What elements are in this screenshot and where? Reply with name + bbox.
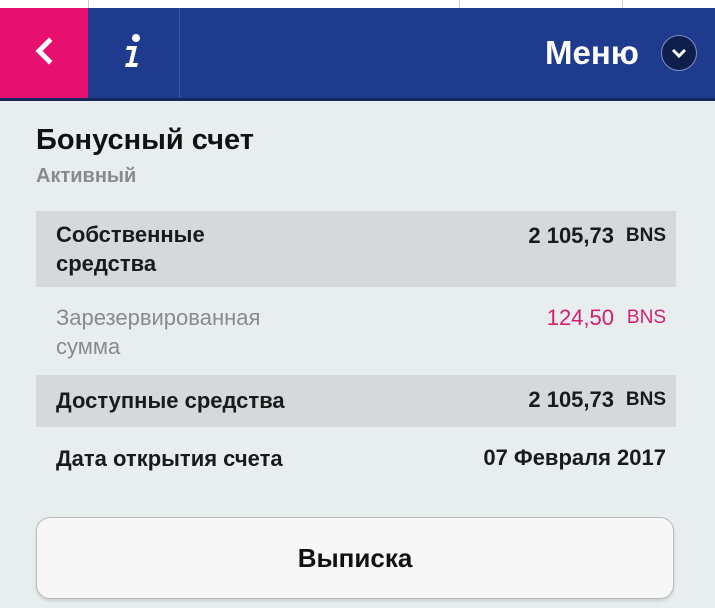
page-title: Бонусный счет	[36, 124, 254, 156]
top-strip-divider	[622, 0, 623, 8]
available-funds-unit: BNS	[625, 389, 666, 410]
top-strip-divider	[459, 0, 460, 8]
navbar: Меню	[0, 8, 715, 98]
navbar-shadow	[0, 98, 715, 101]
chevron-down-icon	[661, 35, 697, 71]
own-funds-row: Собственные средства 2 105,73 BNS	[36, 211, 676, 287]
own-funds-value: 2 105,73	[528, 223, 614, 248]
navbar-divider	[179, 8, 180, 98]
reserved-amount-unit: BNS	[626, 307, 666, 328]
open-date-value: 07 Февраля 2017	[483, 445, 666, 470]
reserved-amount-label: Зарезервированная сумма	[56, 305, 261, 359]
info-icon	[120, 33, 146, 74]
available-funds-label: Доступные средства	[56, 388, 285, 413]
statement-button[interactable]: Выписка	[36, 517, 674, 599]
info-button[interactable]	[88, 8, 178, 98]
menu-label: Меню	[545, 34, 639, 71]
reserved-amount-row: Зарезервированная сумма 124,50 BNS	[36, 287, 676, 375]
open-date-label: Дата открытия счета	[56, 446, 283, 471]
own-funds-label: Собственные средства	[56, 222, 205, 276]
menu-button[interactable]: Меню	[545, 8, 697, 98]
available-funds-row: Доступные средства 2 105,73 BNS	[36, 375, 676, 427]
reserved-amount-value: 124,50	[546, 305, 614, 330]
own-funds-unit: BNS	[625, 225, 666, 246]
top-strip-divider	[88, 0, 89, 8]
back-button[interactable]	[0, 8, 88, 98]
account-status: Активный	[36, 165, 137, 187]
top-strip	[0, 0, 715, 8]
open-date-row: Дата открытия счета 07 Февраля 2017	[36, 427, 676, 489]
chevron-left-icon	[32, 36, 56, 71]
available-funds-value: 2 105,73	[528, 387, 614, 412]
